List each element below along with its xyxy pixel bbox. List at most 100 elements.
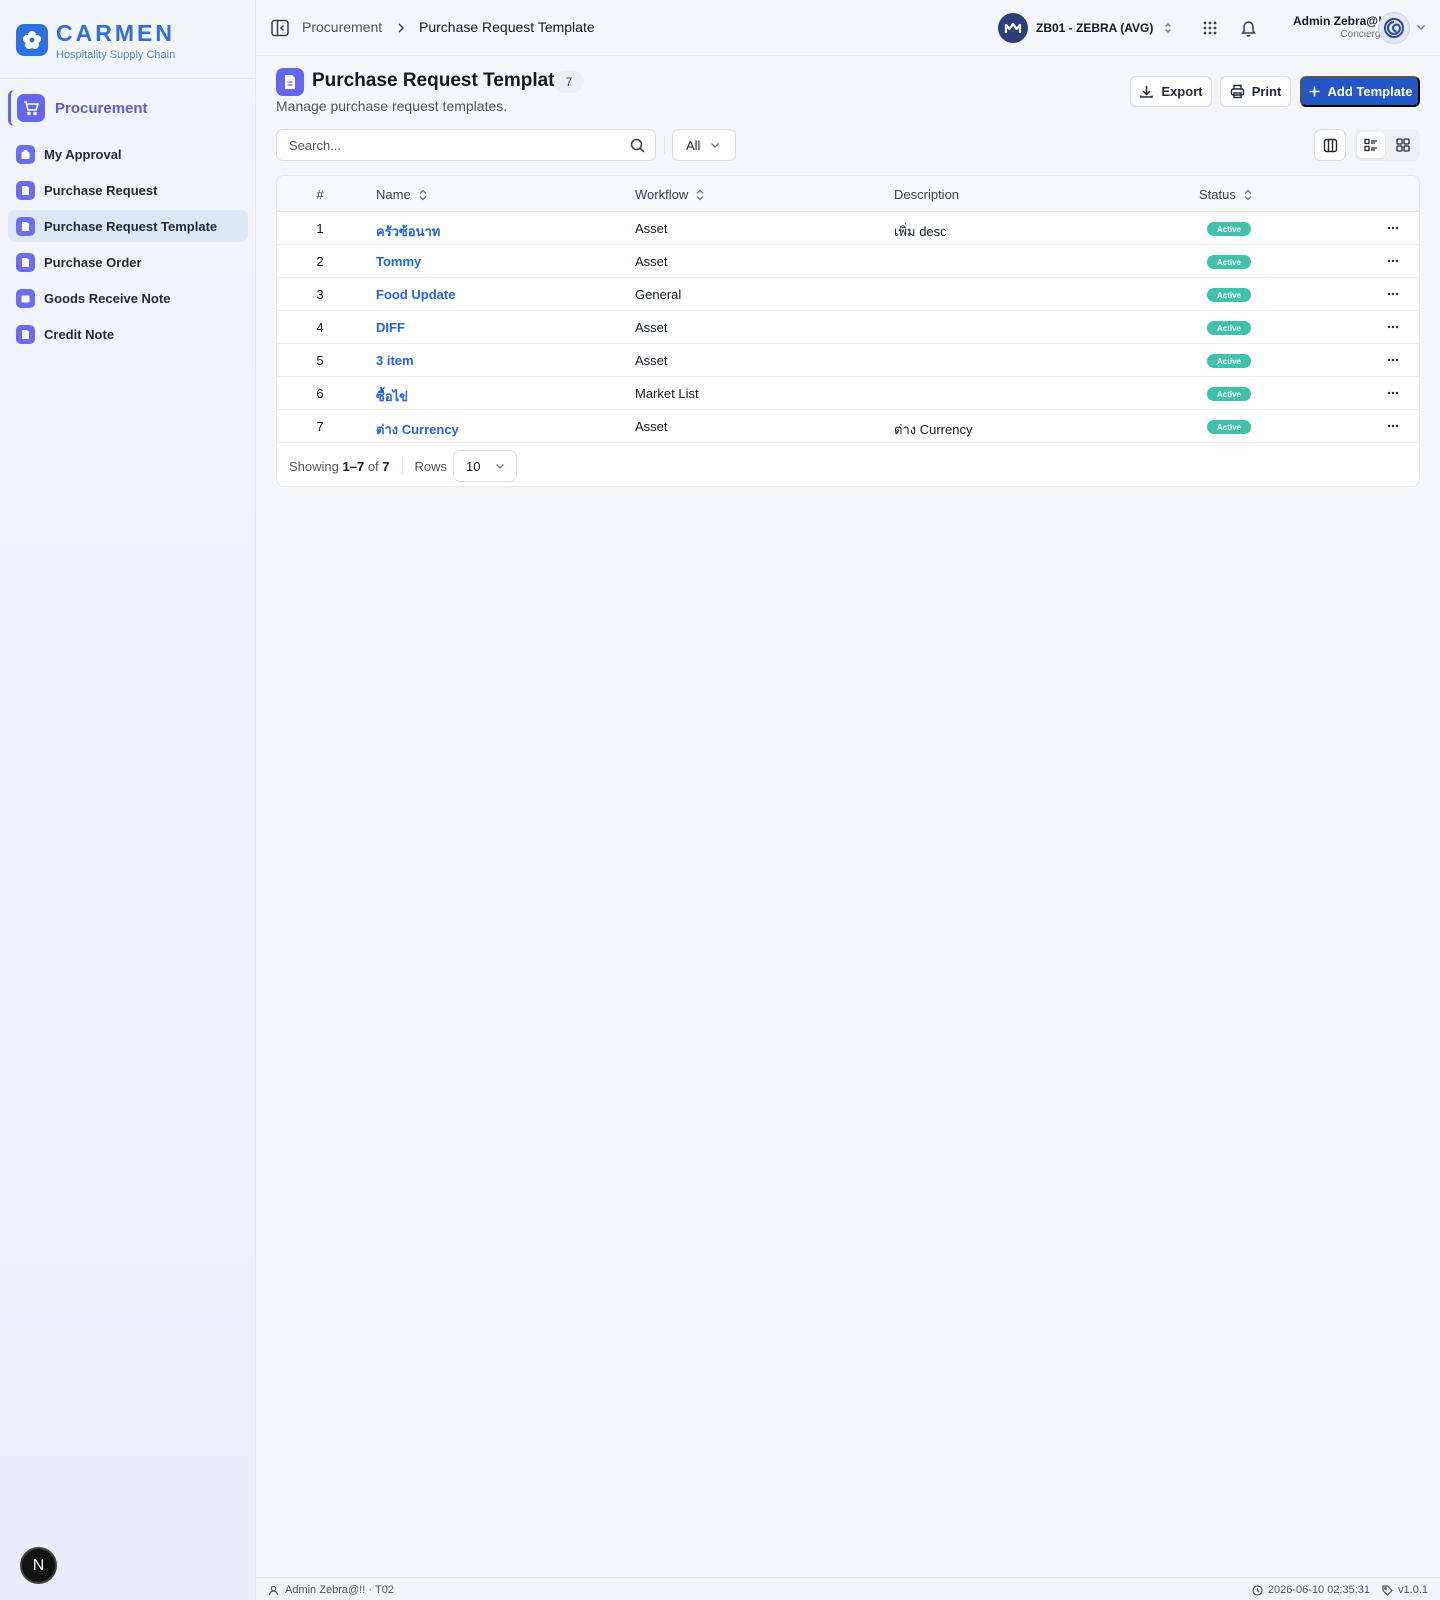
page-document-icon	[276, 68, 304, 96]
user-name[interactable]: Admin Zebra@!!	[1274, 14, 1386, 28]
user-avatar[interactable]	[1378, 12, 1410, 44]
chevron-down-icon[interactable]	[1416, 23, 1426, 31]
print-button[interactable]: Print	[1220, 76, 1291, 107]
status-filter-select[interactable]: All	[672, 129, 736, 161]
sidebar-item-label: My Approval	[44, 146, 122, 162]
rows-label: Rows	[414, 458, 448, 474]
showing-total: 7	[382, 458, 390, 474]
templates-table: # Name Workflow Description Status 1 ครั…	[276, 175, 1420, 487]
list-view-icon	[1364, 138, 1378, 152]
status-badge: Active	[1207, 354, 1251, 368]
tag-icon	[1370, 1584, 1398, 1596]
template-name-link[interactable]: Tommy	[376, 254, 421, 269]
chevrons-up-down-icon	[1163, 22, 1173, 34]
column-header-name[interactable]: Name	[376, 187, 427, 202]
module-procurement[interactable]: Procurement	[8, 90, 248, 126]
brand-name: CARMEN	[56, 20, 175, 46]
business-unit-selector[interactable]: ZB01 - ZEBRA (AVG)	[998, 13, 1173, 43]
status-user: Admin Zebra@!! · T02	[268, 1584, 394, 1596]
status-user-name: Admin Zebra@!!	[285, 1584, 366, 1596]
column-header-number: #	[316, 187, 324, 202]
workflow-cell: Asset	[635, 353, 668, 368]
status-badge: Active	[1207, 288, 1251, 302]
toolbar-divider	[664, 136, 665, 154]
user-icon	[268, 1585, 285, 1596]
workflow-cell: Asset	[635, 419, 668, 434]
status-separator: ·	[368, 1584, 372, 1596]
sort-icon	[1236, 189, 1252, 201]
template-name-link[interactable]: ต่าง Currency	[376, 419, 459, 440]
apps-grid-icon[interactable]	[1202, 20, 1218, 36]
row-number: 4	[316, 320, 324, 335]
status-right: 2026-06-10 02:35:31 v1.0.1	[1240, 1584, 1428, 1596]
grid-view-button[interactable]	[1389, 132, 1417, 158]
business-unit-avatar	[998, 13, 1028, 43]
shopping-cart-icon	[17, 94, 45, 122]
view-mode-toggle	[1354, 129, 1420, 161]
list-view-button[interactable]	[1357, 132, 1385, 158]
sidebar-divider	[0, 78, 255, 79]
more-actions-icon[interactable]	[1387, 259, 1399, 263]
sidebar-toggle-icon[interactable]	[270, 18, 290, 38]
template-name-link[interactable]: ครัวซ้อนาท	[376, 221, 440, 242]
template-name-link[interactable]: ซื้อไข่	[376, 386, 408, 407]
next-devtools-badge[interactable]: N	[20, 1547, 57, 1584]
columns-icon	[1323, 138, 1338, 153]
sidebar-item-purchase-request-template[interactable]: Purchase Request Template	[8, 210, 248, 242]
row-number: 2	[316, 254, 324, 269]
search-icon[interactable]	[630, 138, 645, 153]
more-actions-icon[interactable]	[1387, 358, 1399, 362]
more-actions-icon[interactable]	[1387, 325, 1399, 329]
page-title: Purchase Request Template	[312, 70, 566, 91]
sidebar-item-label: Purchase Request Template	[44, 218, 218, 234]
more-actions-icon[interactable]	[1387, 292, 1399, 296]
breadcrumb-procurement[interactable]: Procurement	[302, 19, 382, 35]
template-name-link[interactable]: DIFF	[376, 320, 405, 335]
search-input[interactable]	[277, 130, 607, 160]
table-row: 3 Food Update General Active	[277, 278, 1419, 311]
sidebar-item-my-approval[interactable]: My Approval	[8, 138, 248, 170]
breadcrumb-current: Purchase Request Template	[419, 19, 595, 35]
brand[interactable]: CARMEN Hospitality Supply Chain	[16, 20, 246, 62]
sidebar-item-goods-receive-note[interactable]: Goods Receive Note	[8, 282, 248, 314]
column-header-status[interactable]: Status	[1199, 187, 1252, 202]
sidebar-item-purchase-request[interactable]: Purchase Request	[8, 174, 248, 206]
more-actions-icon[interactable]	[1387, 226, 1399, 230]
more-actions-icon[interactable]	[1387, 424, 1399, 428]
topbar: Procurement Purchase Request Template ZB…	[256, 0, 1440, 56]
sidebar-nav: My Approval Purchase Request Purchase Re…	[8, 138, 248, 354]
showing-range: 1–7	[342, 458, 365, 474]
bell-icon[interactable]	[1240, 19, 1257, 37]
columns-toggle-button[interactable]	[1314, 129, 1346, 161]
sidebar-item-credit-note[interactable]: Credit Note	[8, 318, 248, 350]
table-row: 5 3 item Asset Active	[277, 344, 1419, 377]
row-number: 1	[316, 221, 324, 236]
row-number: 7	[316, 419, 324, 434]
table-row: 7 ต่าง Currency Asset ต่าง Currency Acti…	[277, 410, 1419, 443]
row-number: 6	[316, 386, 324, 401]
status-badge: Active	[1207, 255, 1251, 269]
sidebar-item-label: Purchase Request	[44, 182, 158, 198]
column-header-workflow[interactable]: Workflow	[635, 187, 704, 202]
search-box[interactable]	[276, 129, 656, 161]
grid-view-icon	[1396, 138, 1410, 152]
workflow-cell: Market List	[635, 386, 699, 401]
document-icon	[16, 252, 35, 272]
column-header-label: Status	[1199, 187, 1236, 202]
more-actions-icon[interactable]	[1387, 391, 1399, 395]
export-button[interactable]: Export	[1130, 76, 1212, 107]
template-name-link[interactable]: 3 item	[376, 353, 414, 368]
sidebar-item-purchase-order[interactable]: Purchase Order	[8, 246, 248, 278]
chevron-down-icon	[700, 141, 720, 149]
clock-icon	[1240, 1584, 1268, 1596]
column-header-label: Name	[376, 187, 411, 202]
workflow-cell: General	[635, 287, 682, 302]
status-badge: Active	[1207, 387, 1251, 401]
plus-icon	[1308, 85, 1321, 98]
sidebar-item-label: Purchase Order	[44, 254, 142, 270]
add-template-button[interactable]: Add Template	[1300, 76, 1420, 107]
add-template-label: Add Template	[1327, 84, 1413, 99]
template-name-link[interactable]: Food Update	[376, 287, 455, 302]
rows-per-page-select[interactable]: 10	[453, 450, 518, 482]
download-icon	[1139, 84, 1154, 99]
